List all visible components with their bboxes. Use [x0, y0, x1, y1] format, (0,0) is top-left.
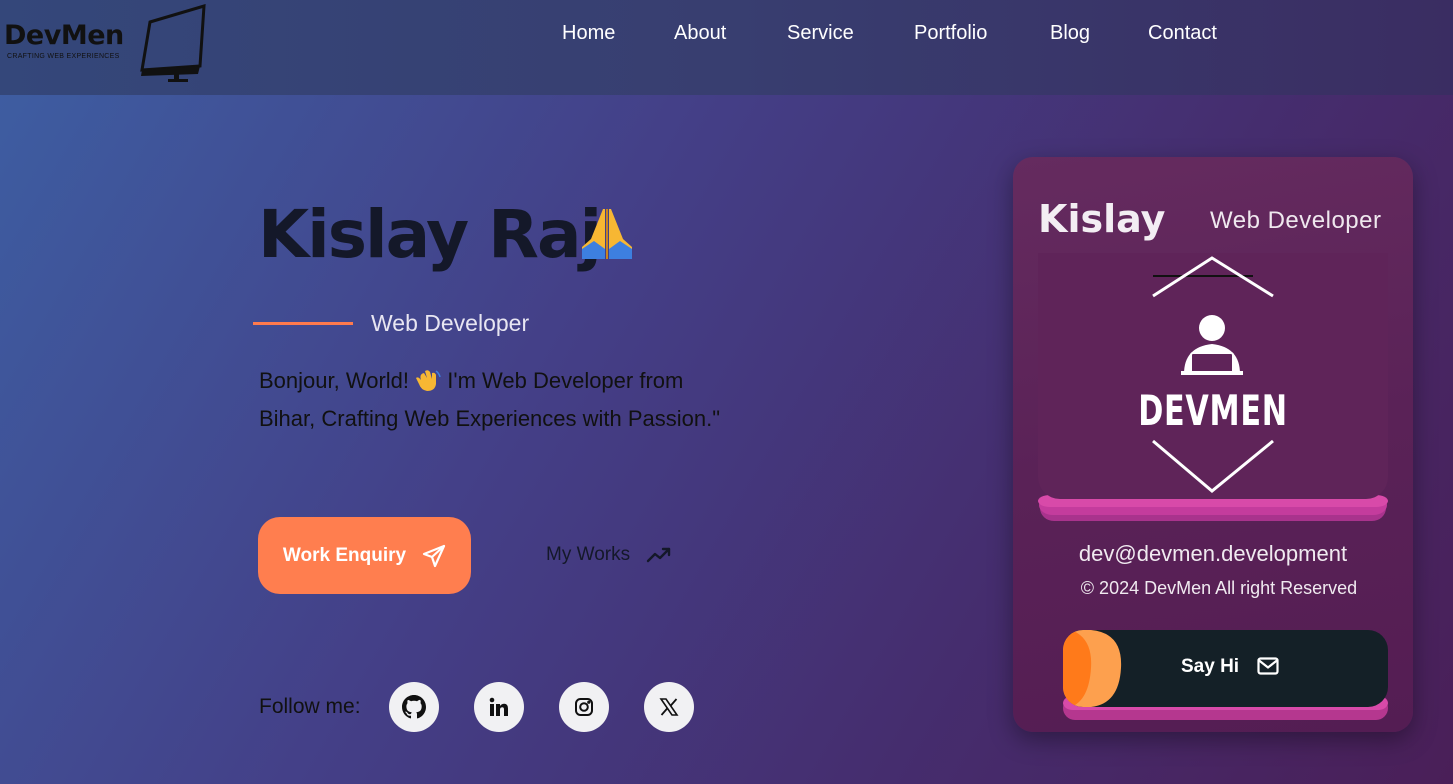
- x-icon: [659, 698, 679, 716]
- intro-greeting: Bonjour, World!: [259, 368, 410, 393]
- monitor-icon: [140, 4, 206, 82]
- emblem-text: DEVMEN: [1138, 386, 1288, 435]
- card-name: Kislay: [1038, 197, 1166, 241]
- hero-role: Web Developer: [371, 310, 530, 336]
- nav-contact[interactable]: Contact: [1148, 22, 1217, 45]
- instagram-icon: [575, 698, 593, 716]
- send-icon: [422, 544, 446, 567]
- brand-logo[interactable]: DevMen CRAFTING WEB EXPERIENCES: [4, 4, 206, 84]
- say-hi-button[interactable]: Say Hi: [1063, 630, 1388, 707]
- nav-blog[interactable]: Blog: [1050, 22, 1090, 45]
- my-works-link[interactable]: My Works: [546, 544, 672, 566]
- card-logo-panel: DEVMEN: [1038, 253, 1388, 499]
- role-divider: [253, 322, 353, 325]
- linkedin-button[interactable]: [474, 682, 524, 732]
- say-hi-label: Say Hi: [1181, 656, 1240, 677]
- card-role: Web Developer: [1210, 207, 1382, 234]
- devmen-emblem: [1038, 253, 1388, 499]
- praying-hands-icon: [582, 209, 632, 259]
- brand-tagline: CRAFTING WEB EXPERIENCES: [7, 53, 120, 60]
- navbar: DevMen CRAFTING WEB EXPERIENCES Home Abo…: [0, 0, 1453, 95]
- work-enquiry-label: Work Enquiry: [282, 544, 407, 566]
- waving-hand-icon: [416, 370, 441, 391]
- profile-card: Kislay Web Developer DEVMEN dev@devmen.d…: [1013, 157, 1413, 732]
- brand-name: DevMen: [4, 20, 124, 51]
- nav-portfolio[interactable]: Portfolio: [914, 22, 987, 45]
- work-enquiry-button[interactable]: Work Enquiry: [258, 517, 471, 594]
- hero-intro: Bonjour, World! I'm Web Developer from B…: [259, 362, 739, 437]
- hero-name: Kislay Raj: [258, 196, 602, 273]
- github-icon: [402, 695, 426, 719]
- panel-stripes: [1038, 495, 1388, 521]
- x-button[interactable]: [644, 682, 694, 732]
- nav-about[interactable]: About: [674, 22, 726, 45]
- card-copyright: © 2024 DevMen All right Reserved: [1080, 578, 1358, 598]
- my-works-label: My Works: [546, 544, 631, 565]
- nav-home[interactable]: Home: [562, 22, 615, 45]
- github-button[interactable]: [389, 682, 439, 732]
- follow-label: Follow me:: [259, 695, 361, 718]
- instagram-button[interactable]: [559, 682, 609, 732]
- linkedin-icon: [489, 697, 508, 716]
- nav-service[interactable]: Service: [787, 22, 854, 45]
- mail-icon: [1257, 657, 1279, 675]
- card-email[interactable]: dev@devmen.development: [1013, 541, 1413, 567]
- sayhi-accent: [1063, 630, 1122, 707]
- trending-up-icon: [646, 547, 671, 563]
